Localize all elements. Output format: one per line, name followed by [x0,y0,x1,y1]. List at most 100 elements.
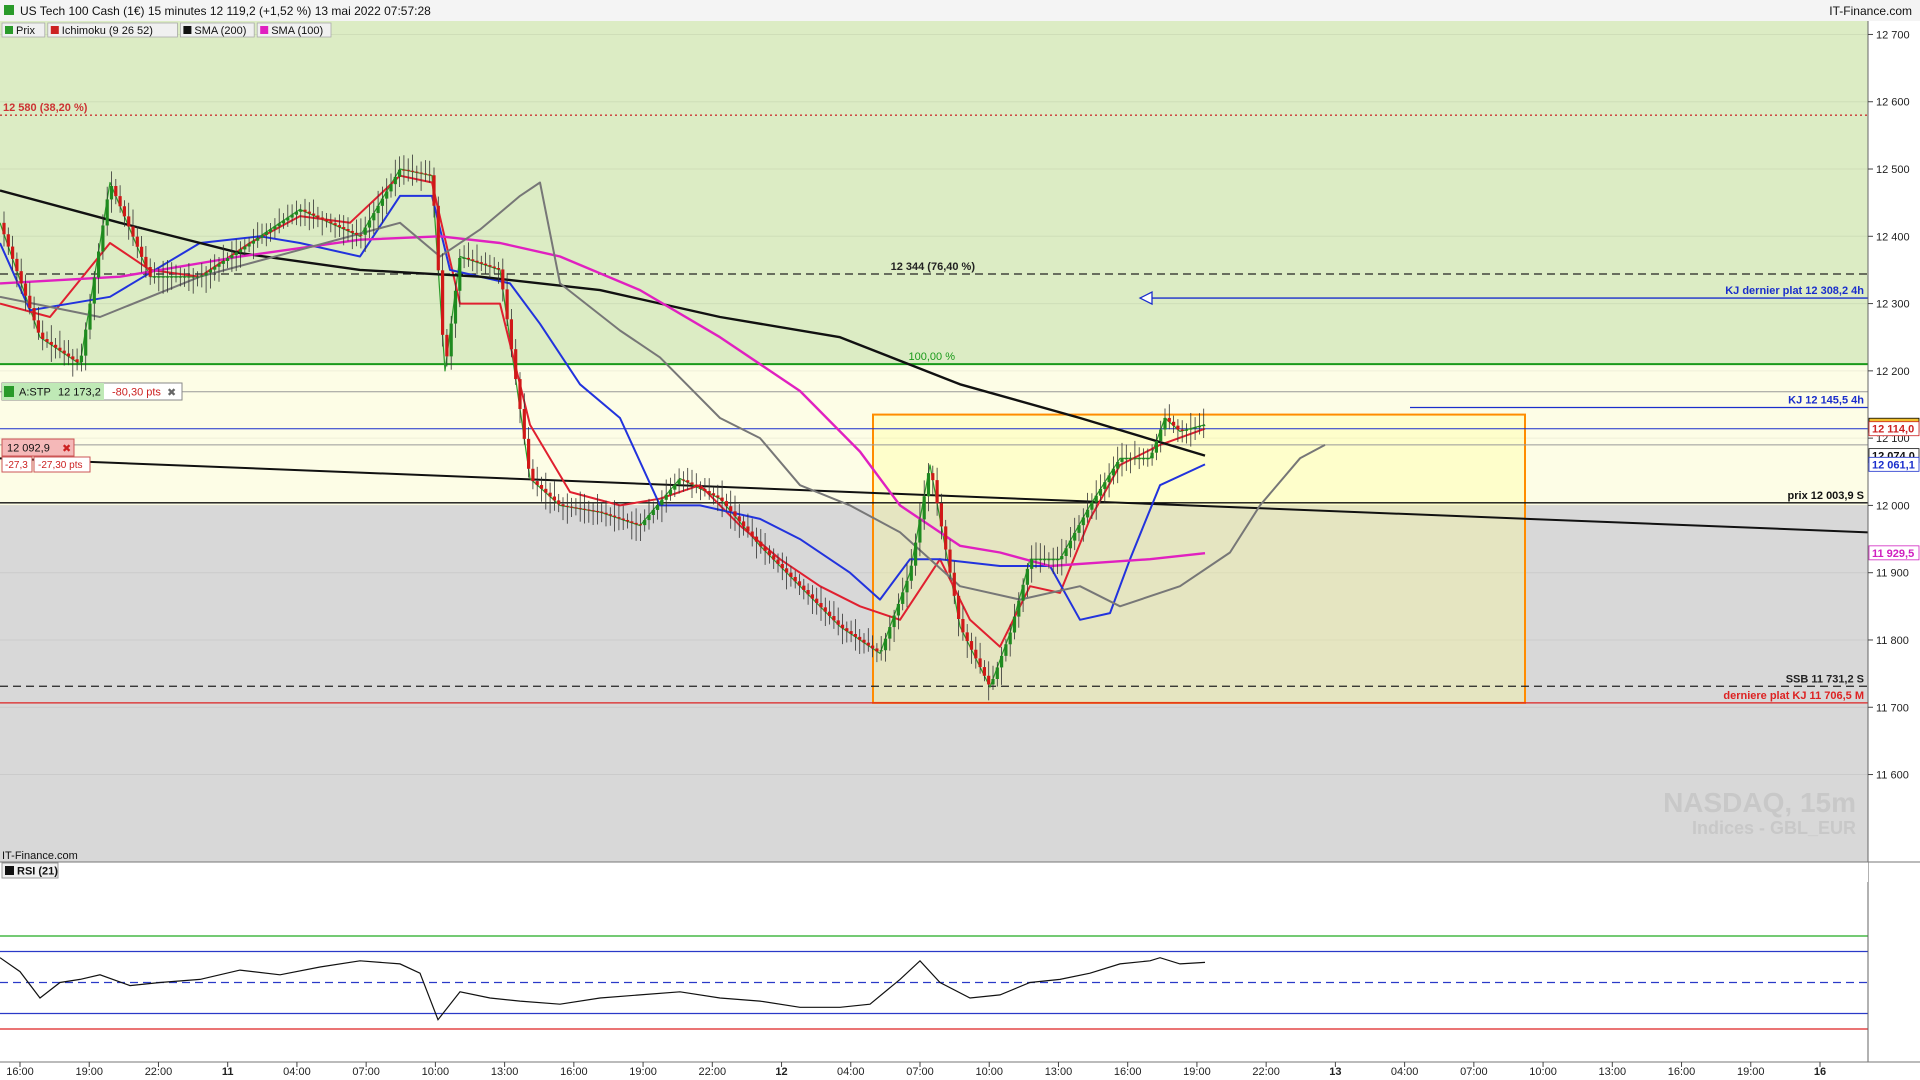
candle-body [256,237,260,241]
candle-body [866,642,870,646]
candle-body [785,568,789,573]
price-panel[interactable]: 12 580 (38,20 %) 12 344 (76,40 %) KJ derni… [0,21,1869,862]
time-tick-label: 19:00 [629,1066,657,1078]
candle-body [810,594,814,599]
candle-body [548,492,552,497]
candle-body [896,603,900,616]
candle-body [742,521,746,527]
candle-body [608,514,612,516]
candle-body [509,319,513,350]
time-tick-label: 16:00 [560,1066,588,1078]
candle-body [776,559,780,564]
time-tick-label: 11 [222,1066,234,1078]
legend: Prix Ichimoku (9 26 52) SMA (200) SMA (100) [1,22,332,38]
candle-body [767,550,771,556]
stp-label: A:STP [19,387,51,399]
candle-body [694,484,698,487]
watermark-title: NASDAQ, 15m [1663,787,1856,818]
candle-body [1159,429,1163,442]
candle-body [66,353,71,357]
candle-body [2,222,6,235]
order-close-icon[interactable]: ✖ [62,443,71,455]
legend-swatch-icon [50,26,59,34]
candle-body [613,515,617,518]
candle-body [527,438,531,469]
order-value: 12 092,9 [7,443,50,455]
candle-body [1146,458,1150,460]
candle-body [570,506,574,508]
candle-body [475,260,479,263]
candle-body [686,480,690,483]
candle-body [58,347,62,351]
candle-body [587,509,591,511]
candle-body [178,276,182,278]
candle-body [1081,517,1085,526]
candle-body [71,356,75,360]
price-tag: 12 061,1 [1868,456,1920,472]
candle-body [376,205,380,214]
candle-body [273,226,277,230]
candle-body [238,249,243,253]
chart-title: US Tech 100 Cash (1€) 15 minutes 12 119,… [20,4,431,18]
candle-body [737,516,741,522]
candle-body [389,184,393,192]
time-tick-label: 04:00 [837,1066,865,1078]
candle-body [1000,655,1004,668]
candle-body [853,633,857,637]
time-tick-label: 16:00 [1114,1066,1142,1078]
candle-body [148,267,152,277]
candle-body [944,526,948,550]
time-tick-label: 13 [1329,1066,1341,1078]
time-tick-label: 13:00 [1045,1066,1073,1078]
rsi-panel[interactable]: 1008060402063,327 [0,900,1916,1036]
time-tick-label: 16:00 [6,1066,34,1078]
candle-body [445,334,449,357]
candle-body [987,675,991,685]
candle-body [557,500,561,505]
legend-item: Ichimoku (9 26 52) [47,22,178,38]
stp-close-icon[interactable]: ✖ [167,387,176,399]
legend-label: Ichimoku (9 26 52) [62,25,153,37]
time-tick-label: 10:00 [975,1066,1003,1078]
source-label: IT-Finance.com [2,850,78,862]
candle-body [161,276,165,278]
candle-body [823,607,827,612]
candle-body [1197,426,1201,428]
legend-item: SMA (200) [179,22,255,38]
candle-body [410,170,415,172]
candle-body [458,258,462,291]
zone-0 [0,21,1868,365]
trading-chart[interactable]: 12 580 (38,20 %) 12 344 (76,40 %) KJ derni… [0,0,1920,1080]
time-tick-label: 07:00 [352,1066,380,1078]
candle-body [217,263,221,267]
candle-body [1180,429,1184,431]
price-tag: 12 114,0 [1868,421,1920,437]
candle-body [462,257,466,259]
candle-body [836,620,840,625]
candle-body [1030,559,1034,569]
candle-body [926,473,931,497]
candle-body [961,618,965,633]
time-tick-label: 07:00 [1460,1066,1488,1078]
candle-body [492,266,496,268]
candle-body [1086,509,1090,518]
candle-body [845,628,849,632]
price-tick-label: 12 000 [1876,500,1910,512]
price-tag-label: 11 929,5 [1872,548,1914,560]
price-tick-label: 12 200 [1876,366,1910,378]
candle-body [1064,548,1068,557]
candle-body [84,329,88,356]
candle-body [234,252,238,256]
stp-order-box[interactable]: A:STP 12 173,2 -80,30 pts ✖ [1,382,183,401]
candle-body [23,283,28,296]
price-tick-label: 11 800 [1876,635,1909,647]
brand-label: IT-Finance.com [1829,4,1912,18]
candle-body [1038,559,1042,561]
candle-body [858,636,862,640]
candle-body [1025,568,1029,585]
candle-body [402,169,406,171]
time-tick-label: 12 [775,1066,787,1078]
candle-body [565,505,569,507]
order-delta-a: -27,3 [5,460,28,471]
candle-body [363,227,367,235]
